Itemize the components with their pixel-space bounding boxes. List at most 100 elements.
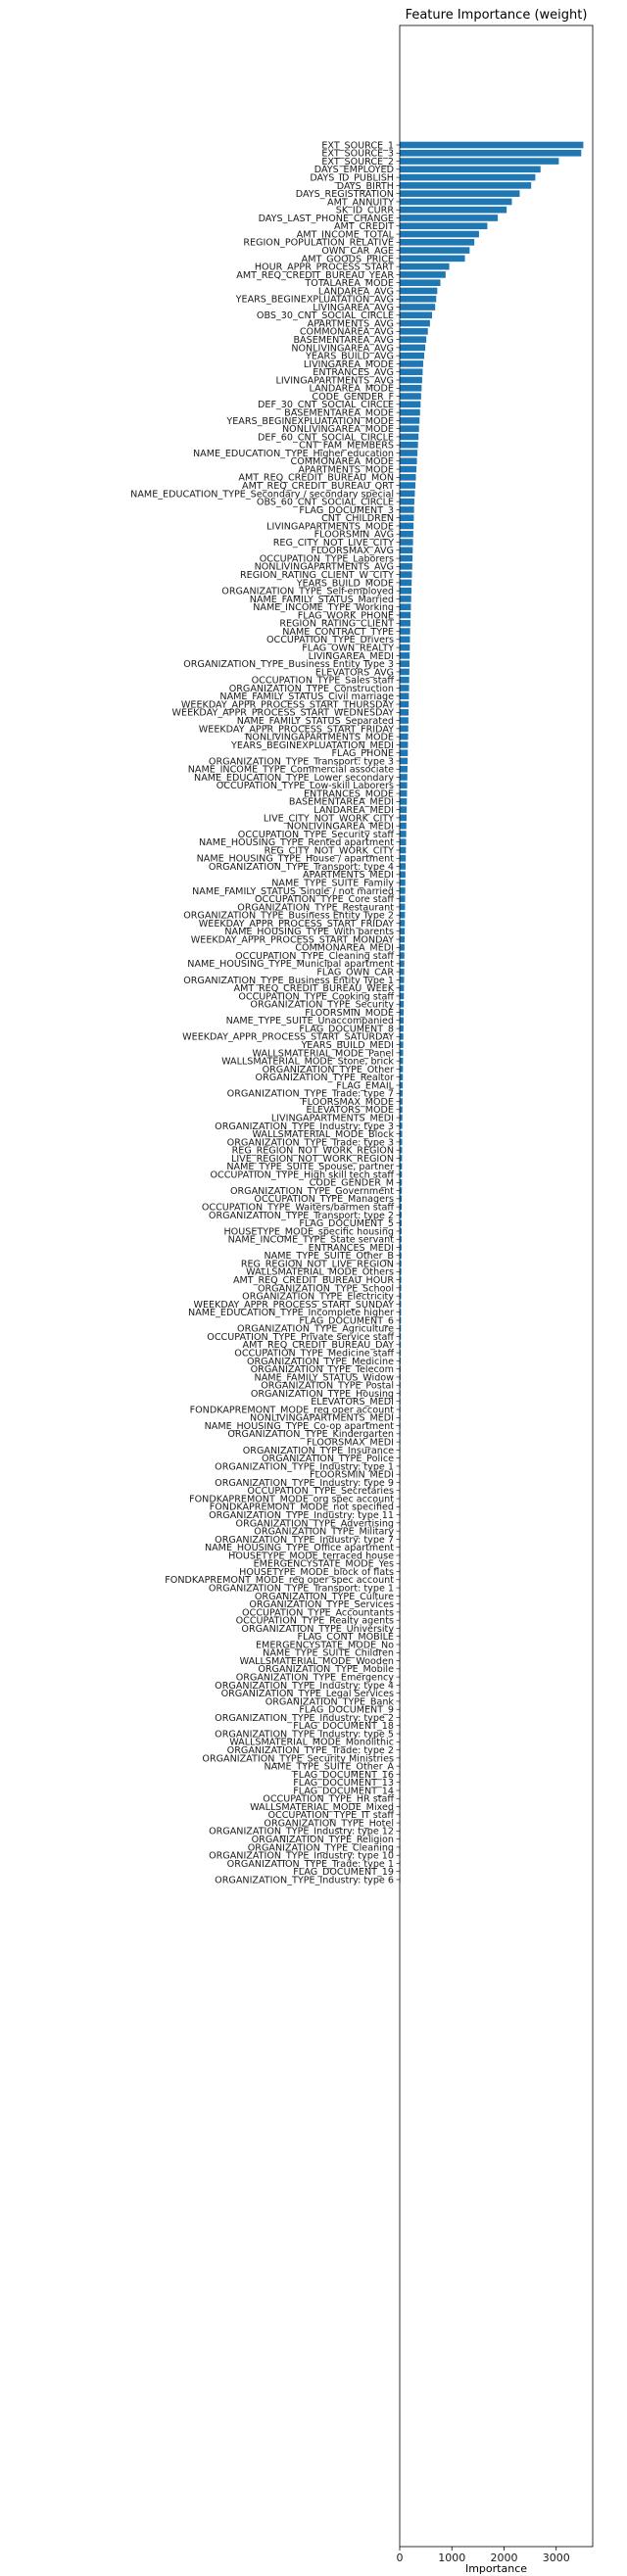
bar — [400, 376, 422, 384]
bar — [400, 903, 406, 911]
bar — [400, 384, 422, 392]
bar — [400, 230, 479, 238]
bar — [400, 482, 415, 489]
bar — [400, 1009, 405, 1016]
bar — [400, 238, 475, 246]
bar — [400, 255, 465, 262]
y-tick-labels: EXT_SOURCE_1EXT_SOURCE_3EXT_SOURCE_2DAYS… — [130, 140, 400, 1885]
bar — [400, 871, 406, 879]
bar — [400, 247, 470, 254]
bar — [400, 822, 407, 830]
bar — [400, 1098, 403, 1105]
bar — [400, 814, 407, 822]
bar — [400, 360, 423, 367]
bar — [400, 692, 410, 700]
bar — [400, 1089, 403, 1097]
bar — [400, 596, 411, 602]
bar — [400, 1041, 404, 1048]
bar — [400, 676, 410, 684]
bar — [400, 506, 414, 513]
bar — [400, 1049, 404, 1057]
bar — [400, 158, 559, 165]
bar — [400, 514, 414, 521]
bar — [400, 838, 407, 846]
bar — [400, 741, 409, 748]
bar — [400, 539, 413, 546]
bars-group — [400, 141, 584, 1884]
bar — [400, 733, 409, 740]
x-tick-label: 1000 — [438, 2552, 465, 2564]
bar — [400, 943, 405, 951]
chart-title: Feature Importance (weight) — [406, 8, 588, 23]
bar — [400, 831, 407, 837]
bar — [400, 425, 419, 432]
bar — [400, 215, 499, 221]
bar — [400, 1081, 404, 1089]
bar — [400, 757, 409, 765]
bar — [400, 368, 423, 376]
x-tick-label: 0 — [397, 2552, 404, 2564]
bar — [400, 968, 405, 976]
bar — [400, 887, 406, 894]
bar — [400, 806, 408, 813]
bar — [400, 433, 419, 441]
bar — [400, 166, 541, 173]
bar — [400, 182, 532, 189]
bar — [400, 141, 584, 149]
bar — [400, 279, 441, 286]
bar — [400, 579, 412, 587]
bar — [400, 863, 407, 870]
bar — [400, 206, 507, 214]
bar — [400, 344, 426, 352]
bar — [400, 652, 410, 659]
bar — [400, 782, 408, 789]
bar — [400, 854, 407, 862]
bar — [400, 1033, 404, 1040]
bar — [400, 952, 405, 959]
bar — [400, 450, 418, 456]
bar — [400, 530, 413, 538]
bar — [400, 149, 582, 157]
bar — [400, 619, 410, 627]
bar — [400, 765, 408, 773]
bar — [400, 846, 407, 854]
bar — [400, 287, 438, 295]
bar — [400, 749, 409, 756]
bar — [400, 644, 410, 651]
bar — [400, 498, 414, 505]
bar — [400, 700, 410, 708]
bar — [400, 352, 425, 359]
bar — [400, 1057, 404, 1065]
x-tick-label: 3000 — [543, 2552, 570, 2564]
bar — [400, 928, 406, 935]
bar — [400, 668, 410, 676]
bar — [400, 457, 417, 465]
bar — [400, 911, 406, 919]
bar — [400, 984, 405, 991]
bar — [400, 725, 409, 733]
bar — [400, 522, 414, 530]
bar — [400, 708, 410, 716]
bar — [400, 408, 420, 416]
bar — [400, 173, 536, 181]
bar — [400, 1000, 405, 1008]
bar — [400, 611, 411, 619]
bar — [400, 587, 411, 595]
bar — [400, 920, 406, 927]
bar — [400, 774, 408, 781]
bar — [400, 190, 520, 197]
bar — [400, 295, 437, 303]
bar — [400, 319, 430, 327]
bar — [400, 262, 450, 270]
bar — [400, 441, 418, 449]
bar — [400, 1017, 404, 1025]
bar — [400, 879, 406, 886]
bar — [400, 1066, 404, 1073]
bar — [400, 1106, 403, 1114]
bar — [400, 465, 417, 473]
bar — [400, 935, 406, 943]
bar — [400, 660, 410, 667]
bar — [400, 685, 410, 692]
bar — [400, 789, 408, 797]
bar — [400, 417, 420, 424]
